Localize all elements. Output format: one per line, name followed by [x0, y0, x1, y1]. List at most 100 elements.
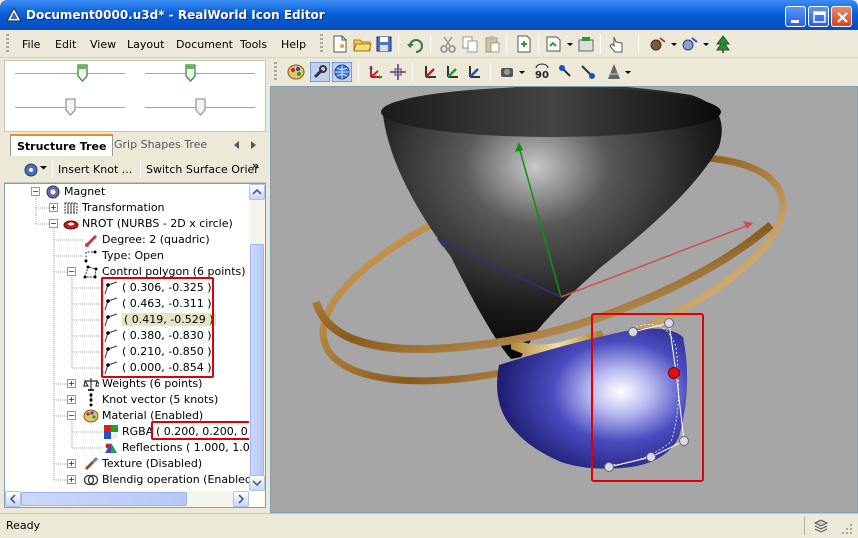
- status-text: Ready: [6, 519, 41, 532]
- structure-tree[interactable]: − Magnet + Transformation − NROT (NURBS …: [4, 183, 266, 508]
- control-point[interactable]: [646, 452, 656, 462]
- toolbar-separator: [358, 63, 359, 81]
- dropdown-arrow-icon[interactable]: [514, 62, 534, 82]
- open-folder-icon[interactable]: [352, 34, 372, 54]
- image-import-icon[interactable]: [544, 34, 564, 54]
- menu-view[interactable]: View: [90, 38, 116, 51]
- menu-tools[interactable]: Tools: [240, 38, 267, 51]
- menu-document[interactable]: Document: [176, 38, 233, 51]
- settings-icon[interactable]: [576, 34, 596, 54]
- left-arrow-icon: [9, 494, 16, 504]
- minimize-icon: [791, 20, 799, 23]
- control-point[interactable]: [628, 327, 638, 337]
- toolbar-separator: [398, 35, 399, 53]
- status-bar: Ready: [0, 513, 858, 538]
- title-bar[interactable]: Document0000.u3d* - RealWorld Icon Edito…: [0, 0, 858, 30]
- slider-thumb[interactable]: [77, 64, 88, 82]
- toolbar-separator: [638, 35, 639, 53]
- toolbar-grip[interactable]: [274, 62, 277, 82]
- new-document-icon[interactable]: [330, 34, 350, 54]
- insert-knot-button[interactable]: Insert Knot ...: [58, 163, 132, 176]
- shape-tool-2-icon[interactable]: [680, 34, 700, 54]
- svg-text:90: 90: [535, 70, 549, 81]
- x-axis-arrow-icon: [743, 221, 753, 229]
- tab-scroll-right-icon[interactable]: [248, 139, 258, 151]
- 3d-viewport[interactable]: [270, 84, 858, 513]
- axis-z-icon[interactable]: [464, 62, 484, 82]
- menu-layout[interactable]: Layout: [127, 38, 164, 51]
- 3d-scene[interactable]: [271, 84, 857, 512]
- switch-surface-button[interactable]: Switch Surface Orier: [146, 163, 259, 176]
- toolbar-separator: [506, 35, 507, 53]
- control-point[interactable]: [664, 318, 674, 328]
- pointer-hand-icon[interactable]: [607, 34, 627, 54]
- tree-icon[interactable]: [713, 34, 733, 54]
- control-point-selected[interactable]: [668, 367, 680, 379]
- cut-icon[interactable]: [438, 34, 458, 54]
- minimize-button[interactable]: [785, 6, 806, 27]
- wrench-icon[interactable]: [310, 62, 330, 82]
- grid-move-icon[interactable]: [388, 62, 408, 82]
- maximize-button[interactable]: [808, 6, 829, 27]
- tree-toolbar: Insert Knot ... Switch Surface Orier »: [4, 156, 266, 183]
- dropdown-arrow-icon[interactable]: [40, 164, 48, 172]
- scroll-up-button[interactable]: [249, 184, 265, 200]
- toolbar-separator: [140, 160, 141, 178]
- window-title: Document0000.u3d* - RealWorld Icon Edito…: [26, 8, 325, 22]
- close-icon: [837, 12, 848, 23]
- toolbar-overflow-button[interactable]: »: [252, 159, 259, 172]
- add-shape-icon[interactable]: [22, 161, 40, 179]
- tree-vertical-scrollbar[interactable]: [249, 184, 265, 491]
- rotate-90-icon[interactable]: 90: [532, 62, 552, 82]
- status-separator: [804, 517, 805, 535]
- layers-icon[interactable]: [812, 517, 830, 535]
- maximize-icon: [813, 11, 826, 23]
- tab-grip-shapes-tree[interactable]: Grip Shapes Tree: [108, 134, 213, 156]
- scroll-thumb[interactable]: [21, 492, 187, 506]
- paste-icon[interactable]: [482, 34, 502, 54]
- save-icon[interactable]: [374, 34, 394, 54]
- left-panel: Structure Tree Grip Shapes Tree Insert K…: [0, 58, 268, 513]
- viewport-toolbar: 90: [270, 58, 858, 86]
- up-arrow-icon: [252, 188, 262, 195]
- slider-track: [145, 73, 255, 75]
- close-button[interactable]: [831, 6, 852, 27]
- globe-icon[interactable]: [332, 62, 352, 82]
- scroll-left-button[interactable]: [5, 491, 21, 507]
- slider-track: [15, 73, 125, 75]
- scroll-right-button[interactable]: [233, 491, 249, 507]
- control-point[interactable]: [679, 436, 689, 446]
- copy-icon[interactable]: [460, 34, 480, 54]
- toolbar-grip[interactable]: [6, 34, 9, 54]
- control-point[interactable]: [604, 462, 614, 472]
- shape-tool-icon[interactable]: [648, 34, 668, 54]
- slider-panel: [4, 60, 266, 132]
- pin-tool-icon[interactable]: [556, 62, 576, 82]
- toolbar-separator: [490, 63, 491, 81]
- slider-thumb[interactable]: [195, 98, 206, 116]
- axis-move-icon[interactable]: [366, 62, 386, 82]
- axis-y-icon[interactable]: [442, 62, 462, 82]
- tab-structure-tree[interactable]: Structure Tree: [10, 134, 114, 156]
- undo-icon[interactable]: [406, 34, 426, 54]
- slider-thumb[interactable]: [185, 64, 196, 82]
- tree-connectors: [35, 197, 103, 481]
- toolbar-grip[interactable]: [320, 34, 323, 54]
- panel-tabs: Structure Tree Grip Shapes Tree: [4, 134, 266, 156]
- menu-file[interactable]: File: [22, 38, 40, 51]
- scroll-thumb[interactable]: [250, 244, 264, 476]
- palette-icon[interactable]: [286, 62, 306, 82]
- scroll-down-button[interactable]: [249, 475, 265, 491]
- slider-thumb[interactable]: [65, 98, 76, 116]
- menu-edit[interactable]: Edit: [55, 38, 76, 51]
- tab-scroll-left-icon[interactable]: [232, 139, 242, 151]
- right-arrow-icon: [238, 494, 245, 504]
- menu-help[interactable]: Help: [281, 38, 306, 51]
- dropdown-arrow-icon[interactable]: [620, 62, 640, 82]
- toolbar-separator: [600, 35, 601, 53]
- pin-tool-2-icon[interactable]: [578, 62, 598, 82]
- export-icon[interactable]: [514, 34, 534, 54]
- tree-horizontal-scrollbar[interactable]: [5, 491, 249, 507]
- resize-grip-icon[interactable]: [840, 522, 854, 536]
- axis-x-icon[interactable]: [420, 62, 440, 82]
